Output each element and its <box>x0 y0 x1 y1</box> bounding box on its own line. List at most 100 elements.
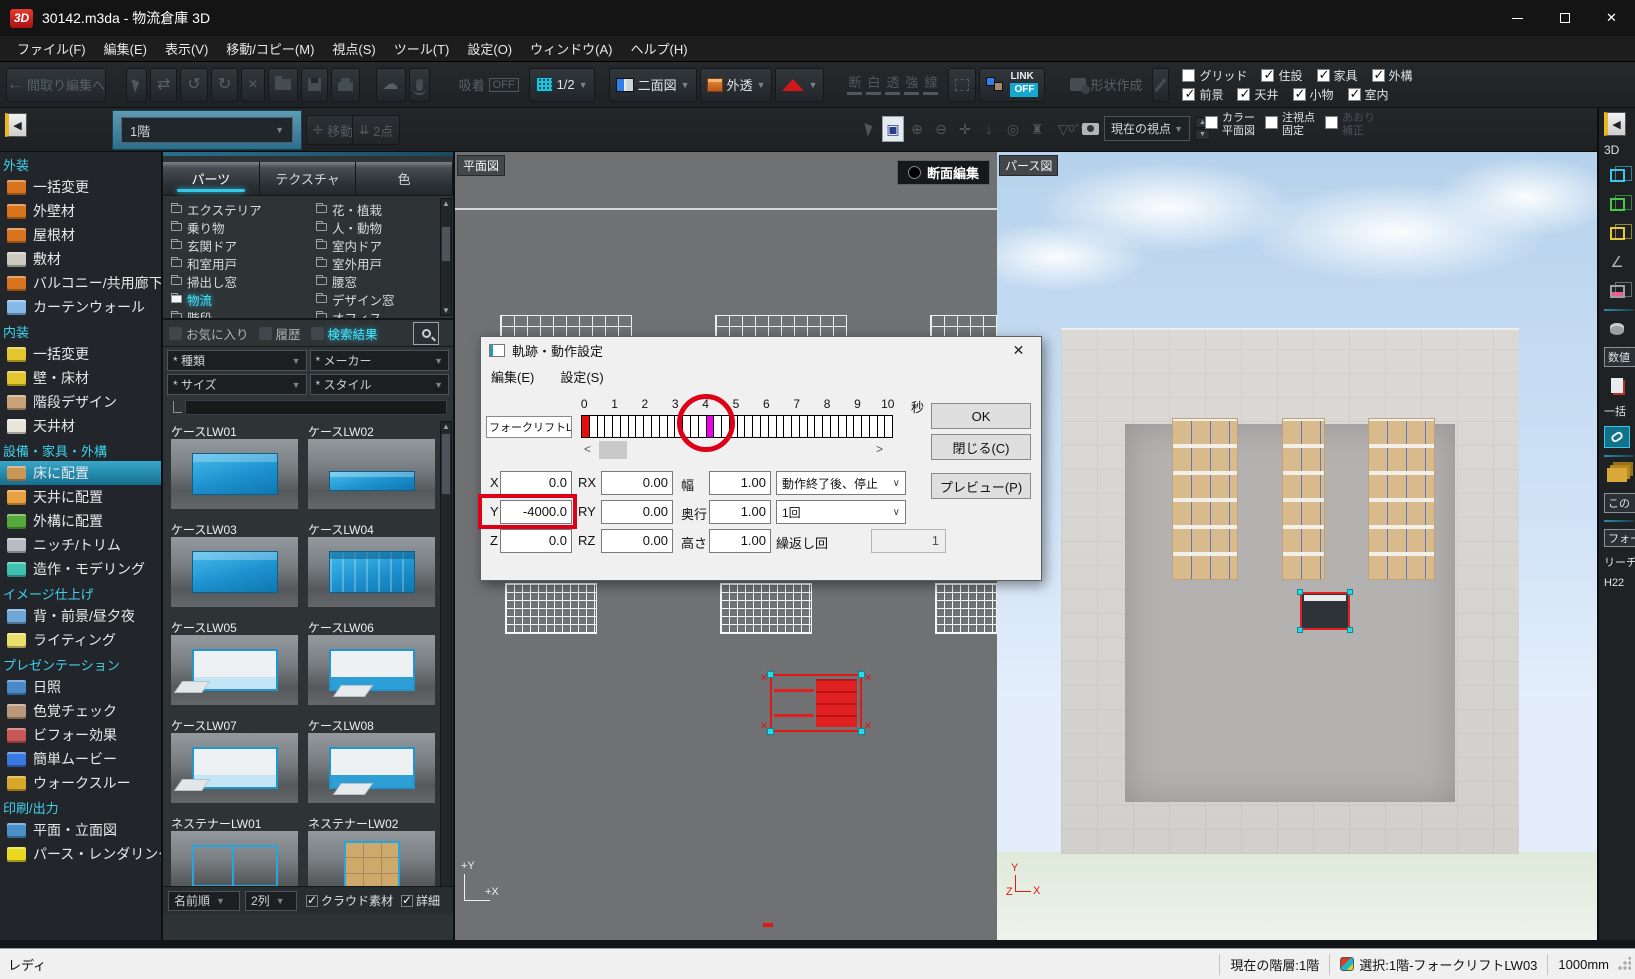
zoom-in-button[interactable]: ⊕ <box>906 116 928 142</box>
link-chain-button[interactable] <box>1604 426 1630 448</box>
sidebar-item[interactable]: 設備・家具・外構 <box>0 440 161 461</box>
category-item[interactable]: 階段 <box>163 308 308 320</box>
parts-grid-item[interactable]: ケースLW06 <box>308 619 435 705</box>
sidebar-item[interactable]: バルコニー/共用廊下 <box>0 271 161 295</box>
sidebar-item[interactable]: 天井材 <box>0 414 161 438</box>
timeline-cell[interactable] <box>784 416 792 437</box>
line-style-button[interactable]: 強 <box>904 74 919 95</box>
cloud-upload-button[interactable]: ☁ <box>376 68 406 102</box>
selection-handle[interactable] <box>1297 627 1303 633</box>
timeline-cell[interactable] <box>808 416 816 437</box>
selection-handle[interactable] <box>1347 589 1353 595</box>
timeline-scroll-thumb[interactable] <box>599 441 627 459</box>
sidebar-item[interactable]: 床に配置 <box>0 461 161 485</box>
grid-scale-dropdown[interactable]: 1/2 ▼ <box>529 68 595 102</box>
wireframe-cube-icon[interactable] <box>1604 164 1630 186</box>
timeline-cell[interactable] <box>815 416 823 437</box>
timeline-cell[interactable] <box>862 416 870 437</box>
collapse-right-panel-button[interactable]: ◀ <box>1604 112 1626 136</box>
sidebar-item[interactable]: 天井に配置 <box>0 485 161 509</box>
rack-outline[interactable] <box>500 315 632 337</box>
selection-handle[interactable] <box>1347 627 1353 633</box>
loop-count-select[interactable]: 1回∨ <box>776 500 906 524</box>
selection-handle[interactable] <box>1297 589 1303 595</box>
filter-style-select[interactable]: * スタイル▼ <box>310 374 450 395</box>
display-checkbox[interactable]: 天井 <box>1237 86 1278 103</box>
sidebar-item[interactable]: 平面・立面図 <box>0 818 161 842</box>
category-item[interactable]: エクステリア <box>163 200 308 218</box>
filter-maker-select[interactable]: * メーカー▼ <box>310 350 450 371</box>
save-button[interactable] <box>301 68 328 102</box>
display-checkbox[interactable]: グリッド <box>1182 67 1247 84</box>
category-item[interactable]: 玄関ドア <box>163 236 308 254</box>
minimize-button[interactable] <box>1494 0 1541 36</box>
menu-item[interactable]: 移動/コピー(M) <box>217 35 323 62</box>
parts-panel-tab[interactable]: パーツ <box>163 162 260 195</box>
width-input[interactable]: 1.00 <box>709 471 771 495</box>
sidebar-item[interactable]: 屋根材 <box>0 223 161 247</box>
dialog-menu-item[interactable]: 編集(E) <box>491 367 534 386</box>
transform-tool-button[interactable]: ⇄ <box>150 68 177 102</box>
close-dialog-button[interactable]: 閉じる(C) <box>931 434 1031 460</box>
two-pane-view-dropdown[interactable]: 二面図 ▼ <box>609 68 697 102</box>
timeline-cell[interactable] <box>644 416 652 437</box>
collapse-left-panel-button[interactable]: ◀ <box>5 113 27 137</box>
menu-item[interactable]: ファイル(F) <box>8 35 95 62</box>
forklift-type-field[interactable]: フォー <box>1604 529 1635 547</box>
timeline-cell[interactable] <box>854 416 862 437</box>
rx-input[interactable]: 0.00 <box>601 471 673 495</box>
search-button[interactable] <box>413 322 439 345</box>
parts-grid-item[interactable]: ケースLW03 <box>171 521 298 607</box>
walk-height-button[interactable]: ♜ <box>1026 116 1048 142</box>
quick-tab[interactable]: 履歴 <box>259 324 301 343</box>
timeline-cell[interactable] <box>598 416 606 437</box>
timeline-cell[interactable] <box>800 416 808 437</box>
ry-input[interactable]: 0.00 <box>601 500 673 524</box>
ok-button[interactable]: OK <box>931 403 1031 429</box>
sidebar-item[interactable]: 日照 <box>0 675 161 699</box>
line-style-button[interactable]: 透 <box>885 74 900 95</box>
maximize-button[interactable] <box>1541 0 1588 36</box>
timeline-cell[interactable] <box>769 416 777 437</box>
two-point-tool-button[interactable]: ⇊ 2点 <box>352 115 400 145</box>
pallet-rack[interactable] <box>1368 418 1435 580</box>
green-cube-icon[interactable] <box>1604 193 1630 215</box>
undo-button[interactable]: ↺ <box>180 68 207 102</box>
parts-panel-tab[interactable]: 色 <box>356 162 453 195</box>
timeline-cell[interactable] <box>652 416 660 437</box>
view-option-checkbox[interactable]: あおり補正 <box>1325 112 1375 137</box>
line-style-button[interactable]: 断 <box>847 74 862 95</box>
category-item[interactable]: 掃出し窓 <box>163 272 308 290</box>
viewpoint-select[interactable]: 現在の視点 ▼ <box>1104 116 1190 141</box>
timeline-cell[interactable] <box>745 416 753 437</box>
timeline-cell[interactable] <box>878 416 886 437</box>
sidebar-item[interactable]: ビフォー効果 <box>0 723 161 747</box>
primitive-cylinder-icon[interactable] <box>1604 318 1630 340</box>
x-input[interactable]: 0.0 <box>500 471 572 495</box>
pink-face-cube-icon[interactable] <box>1604 280 1630 302</box>
display-checkbox[interactable]: 外構 <box>1372 67 1413 84</box>
sidebar-item[interactable]: 外装 <box>0 154 161 175</box>
timeline-cell[interactable] <box>777 416 785 437</box>
timeline-cell[interactable] <box>605 416 613 437</box>
repeat-count-input[interactable]: 1 <box>871 529 946 553</box>
menu-item[interactable]: ツール(T) <box>385 35 459 62</box>
menu-item[interactable]: ヘルプ(H) <box>621 35 696 62</box>
parts-grid-item[interactable]: ケースLW02 <box>308 423 435 509</box>
category-item[interactable]: 物流 <box>163 290 308 308</box>
redo-button[interactable]: ↻ <box>211 68 238 102</box>
filter-size-select[interactable]: * サイズ▼ <box>167 374 307 395</box>
category-item[interactable]: デザイン窓 <box>308 290 453 308</box>
view-option-checkbox[interactable]: 注視点固定 <box>1265 112 1315 137</box>
roof-display-dropdown[interactable]: ▼ <box>775 68 824 102</box>
zoom-out-button[interactable]: ⊖ <box>930 116 952 142</box>
category-item[interactable]: 室内ドア <box>308 236 453 254</box>
timeline-strip[interactable] <box>581 415 893 438</box>
depth-input[interactable]: 1.00 <box>709 500 771 524</box>
footer-checkbox[interactable]: 詳細 <box>401 892 440 909</box>
numeric-input-button[interactable]: 数値 <box>1604 347 1635 367</box>
forklift-plan-symbol[interactable]: ✕ ✕ ✕ ✕ <box>770 674 862 732</box>
shape-create-button[interactable]: 形状作成 <box>1063 68 1149 102</box>
this-item-button[interactable]: この <box>1604 493 1635 513</box>
snap-toggle[interactable]: 吸着 OFF <box>452 68 526 102</box>
